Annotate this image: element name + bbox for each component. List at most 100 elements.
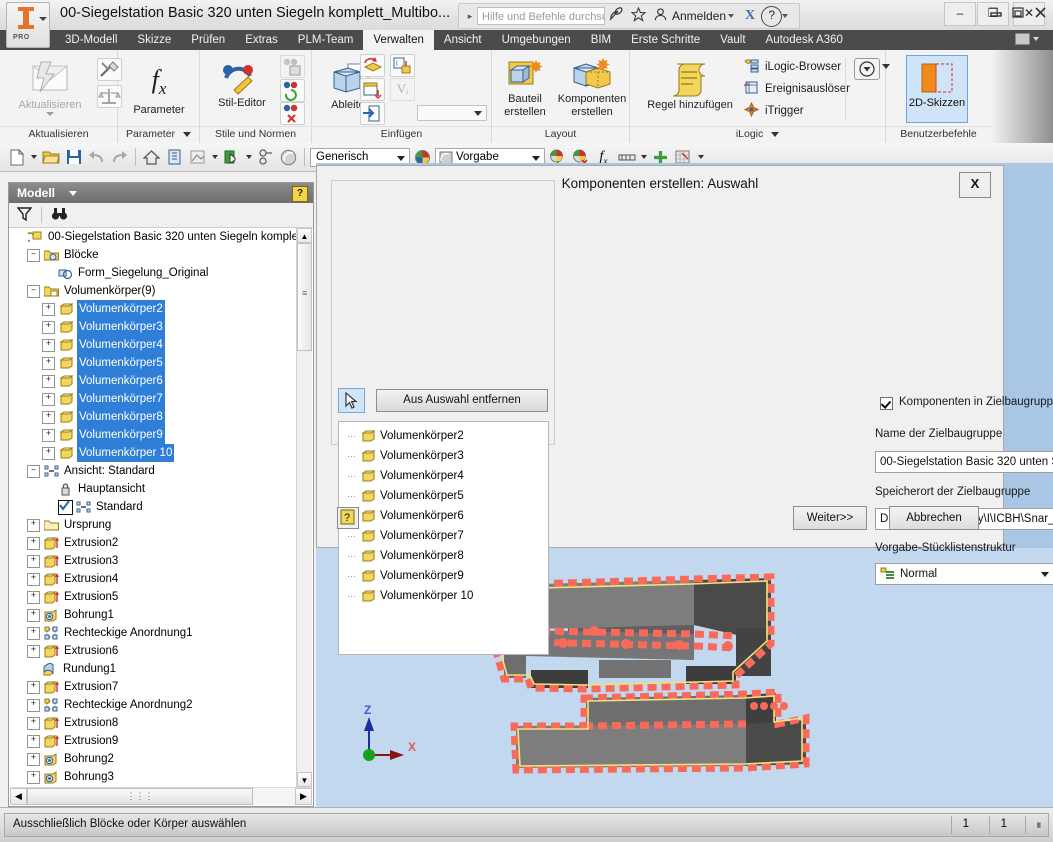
tree-horizontal-scrollbar[interactable]: ◀ ⋮⋮⋮ ▶ (10, 787, 312, 805)
scroll-right-arrow[interactable]: ▶ (295, 788, 312, 805)
tree-item[interactable]: + Volumenkörper 10 (10, 444, 297, 462)
tree-expander-toggle[interactable]: + (27, 698, 40, 712)
style-editor-button[interactable]: Stil-Editor (202, 60, 282, 109)
tree-expander-toggle[interactable]: + (27, 716, 40, 730)
tree-expander-toggle[interactable]: + (27, 572, 40, 586)
selected-body-item[interactable]: ⋯ Volumenkörper5 (339, 486, 548, 506)
search-input[interactable]: Hilfe und Befehle durchsuchen.. (477, 7, 605, 25)
tree-item[interactable]: + Volumenkörper7 (10, 390, 297, 408)
user-icon[interactable] (649, 7, 671, 25)
scroll-down-arrow[interactable]: ▼ (297, 772, 312, 787)
ribbon-tab-skizze[interactable]: Skizze (127, 30, 181, 50)
tree-expander-toggle[interactable]: + (42, 446, 55, 460)
ribbon-tab-vault[interactable]: Vault (710, 30, 755, 50)
view-visible-checkbox[interactable] (58, 499, 73, 515)
material-sphere-icon[interactable] (278, 147, 299, 168)
tree-expander-toggle[interactable]: + (27, 554, 40, 568)
selected-bodies-list[interactable]: ⋯ Volumenkörper2 ⋯ Volumenkörper3 ⋯ Volumenkö… (338, 421, 549, 655)
style-delete-icon[interactable] (280, 102, 305, 125)
tree-expander-toggle[interactable]: + (42, 356, 55, 370)
tree-expander-toggle[interactable]: + (27, 770, 40, 784)
tree-item[interactable]: – Blöcke (10, 246, 297, 264)
tree-expander-toggle[interactable]: – (27, 248, 40, 262)
tree-item[interactable]: + Rechteckige Anordnung2 (10, 696, 297, 714)
add-rule-button[interactable]: Regel hinzufügen (636, 60, 744, 111)
tree-item[interactable]: + Bohrung2 (10, 750, 297, 768)
ilogic-browser-item[interactable]: iLogic-Browser (743, 58, 841, 76)
model-tree[interactable]: 00-Siegelstation Basic 320 unten Siegeln… (10, 228, 297, 787)
tree-expander-toggle[interactable]: + (42, 320, 55, 334)
tree-item[interactable]: Form_Siegelung_Original (10, 264, 297, 282)
ribbon-tab-3d-modell[interactable]: 3D-Modell (55, 30, 127, 50)
tree-item[interactable]: Hauptansicht (10, 480, 297, 498)
mdi-minimize-button[interactable] (990, 6, 1003, 22)
insert-into-assembly-checkbox[interactable] (880, 397, 893, 410)
chevron-down-icon[interactable] (1033, 37, 1039, 41)
ilogic-more-button[interactable] (854, 58, 880, 80)
ribbon-tab-extras[interactable]: Extras (235, 30, 288, 50)
scroll-track-h[interactable] (253, 788, 295, 805)
chevron-down-icon[interactable] (728, 14, 741, 18)
chevron-down-icon[interactable] (29, 147, 38, 168)
selected-body-item[interactable]: ⋯ Volumenkörper 10 (339, 586, 548, 606)
scroll-thumb-h[interactable]: ⋮⋮⋮ (27, 788, 253, 805)
tree-item[interactable]: + Volumenkörper2 (10, 300, 297, 318)
chevron-down-icon[interactable] (69, 191, 77, 196)
tree-expander-toggle[interactable]: + (27, 752, 40, 766)
ribbon-tab-plm-team[interactable]: PLM-Team (288, 30, 364, 50)
event-trigger-item[interactable]: Ereignisauslöser (743, 80, 850, 98)
ribbon-tab-verwalten[interactable]: Verwalten (363, 30, 434, 50)
scroll-up-arrow[interactable]: ▲ (297, 228, 312, 243)
new-file-icon[interactable] (6, 147, 27, 168)
tree-expander-toggle[interactable]: + (42, 338, 55, 352)
mdi-close-button[interactable] (1034, 6, 1047, 22)
tree-expander-toggle[interactable]: + (27, 518, 40, 532)
chevron-down-icon[interactable] (244, 147, 253, 168)
ribbon-options[interactable] (1015, 33, 1039, 45)
tree-item[interactable]: + Extrusion9 (10, 732, 297, 750)
home-icon[interactable] (141, 147, 162, 168)
help-icon[interactable]: ? (761, 5, 783, 27)
save-icon[interactable] (63, 147, 84, 168)
exchange-icon[interactable]: X (741, 8, 759, 24)
select-icon[interactable] (221, 147, 242, 168)
tree-item[interactable]: + Ursprung (10, 516, 297, 534)
tree-item[interactable]: + Bohrung1 (10, 606, 297, 624)
tree-expander-toggle[interactable]: + (42, 374, 55, 388)
ribbon-tab-ansicht[interactable]: Ansicht (434, 30, 492, 50)
satellite-dish-icon[interactable] (605, 7, 627, 25)
ribbon-tab-erste-schritte[interactable]: Erste Schritte (621, 30, 710, 50)
search-binoculars-icon[interactable] (51, 206, 68, 224)
scroll-left-arrow[interactable]: ◀ (10, 788, 27, 805)
selected-body-item[interactable]: ⋯ Volumenkörper9 (339, 566, 548, 586)
open-file-icon[interactable] (40, 147, 61, 168)
create-part-button[interactable]: Bauteil erstellen (494, 56, 556, 118)
appearance-icon[interactable] (187, 147, 208, 168)
selected-body-item[interactable]: ⋯ Volumenkörper4 (339, 466, 548, 486)
tree-item[interactable]: + Extrusion2 (10, 534, 297, 552)
ribbon-tab-bim[interactable]: BIM (581, 30, 621, 50)
tree-item[interactable]: + Volumenkörper9 (10, 426, 297, 444)
tree-expander-toggle[interactable]: + (42, 302, 55, 316)
2d-sketch-button[interactable]: 2D-Skizzen (906, 55, 968, 123)
chevron-right-icon[interactable]: ▸ (463, 11, 477, 22)
undo-icon[interactable] (86, 147, 107, 168)
browser-header[interactable]: Modell ? (9, 183, 313, 203)
tree-item[interactable]: – Ansicht: Standard (10, 462, 297, 480)
mdi-restore-button[interactable] (1012, 6, 1025, 22)
redo-icon[interactable] (109, 147, 130, 168)
import-file-icon[interactable] (360, 102, 385, 125)
tree-item[interactable]: Rundung1 (10, 660, 297, 678)
selected-body-item[interactable]: ⋯Volumenkörper6 (339, 506, 548, 526)
parameter-link-icon[interactable]: i (390, 54, 415, 77)
tree-item[interactable]: + Volumenkörper3 (10, 318, 297, 336)
insert-dropdown[interactable] (417, 105, 487, 121)
tree-item[interactable]: + Extrusion3 (10, 552, 297, 570)
tree-expander-toggle[interactable]: + (42, 410, 55, 424)
tree-expander-toggle[interactable]: + (42, 428, 55, 442)
ribbon-tab-pr-fen[interactable]: Prüfen (181, 30, 235, 50)
star-icon[interactable] (627, 6, 649, 25)
tree-item[interactable]: + Volumenkörper8 (10, 408, 297, 426)
view-cube-icon[interactable] (164, 147, 185, 168)
tree-item[interactable]: + Extrusion4 (10, 570, 297, 588)
